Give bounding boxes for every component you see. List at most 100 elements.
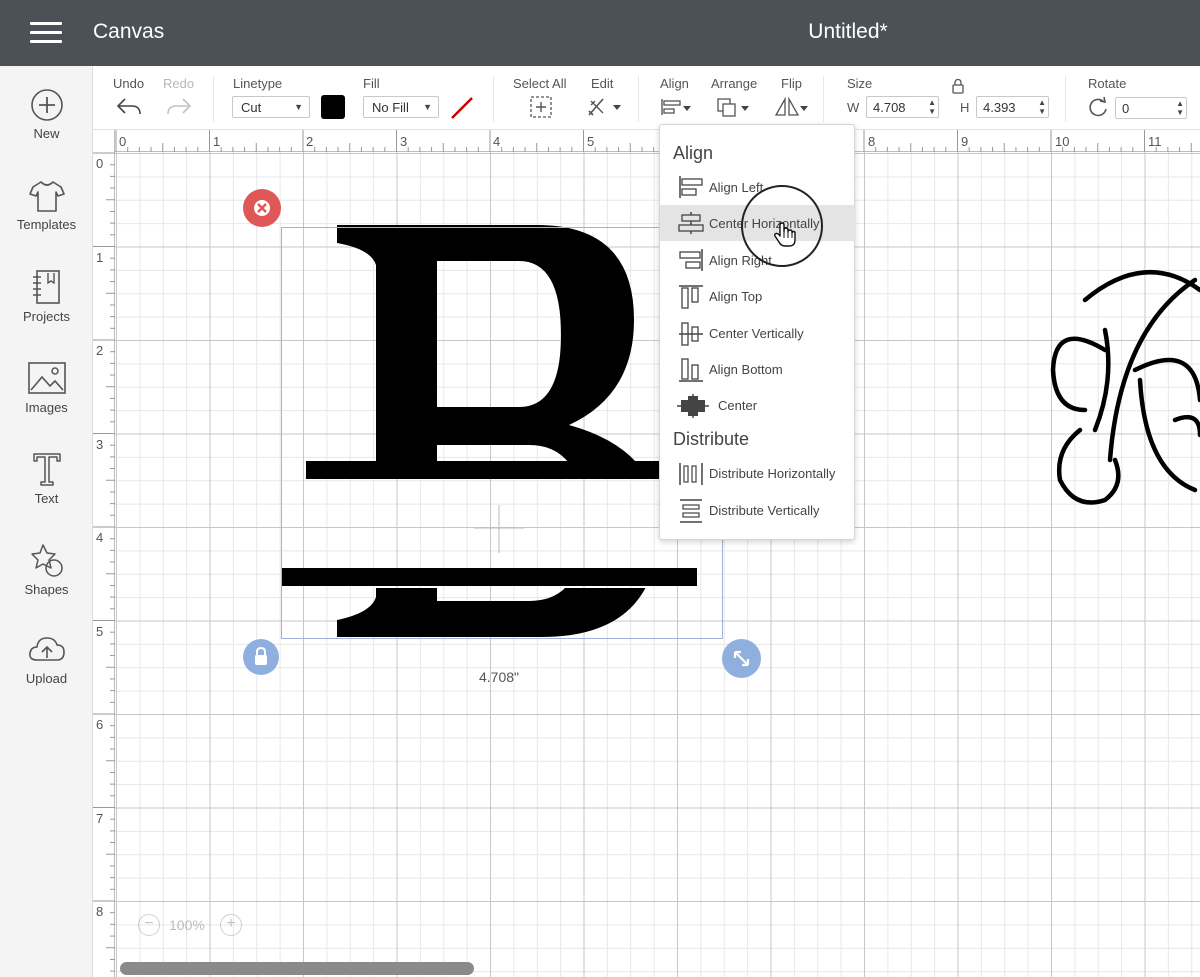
lock-icon[interactable] — [951, 78, 965, 94]
sidebar-item-templates[interactable]: Templates — [0, 179, 93, 259]
ruler-number: 1 — [213, 134, 221, 149]
zoom-out-button[interactable]: − — [138, 914, 160, 936]
menu-item-distribute-vertically[interactable]: Distribute Vertically — [660, 492, 856, 528]
align-left-icon — [679, 176, 703, 198]
align-label: Align — [660, 76, 689, 91]
edit-label: Edit — [591, 76, 614, 91]
width-readout: 4.708" — [479, 669, 520, 685]
text-t-icon — [32, 453, 61, 486]
menu-item-label: Distribute Vertically — [709, 503, 820, 518]
redo-icon[interactable] — [165, 96, 193, 118]
sidebar-item-projects[interactable]: Projects — [0, 269, 93, 349]
distribute-horizontally-icon — [679, 463, 703, 485]
align-section-header: Align — [673, 143, 714, 163]
flip-icon[interactable] — [773, 96, 811, 118]
notebook-icon — [32, 270, 60, 304]
script-monogram-graphic[interactable] — [1045, 260, 1200, 510]
menu-item-align-bottom[interactable]: Align Bottom — [660, 351, 856, 387]
flip-label: Flip — [781, 76, 802, 91]
ruler-number: 7 — [96, 811, 104, 826]
left-ruler: 0 1 2 3 4 5 6 7 8 — [93, 130, 115, 977]
linetype-color-swatch[interactable] — [321, 95, 345, 119]
spinner-arrows-icon[interactable]: ▲ ▼ — [1176, 99, 1184, 117]
selection-box — [281, 227, 723, 639]
sidebar-item-label: New — [33, 126, 60, 141]
tshirt-icon — [28, 181, 65, 212]
ruler-number: 0 — [96, 156, 104, 171]
ruler-number: 9 — [961, 134, 969, 149]
plus-circle-icon — [30, 89, 63, 121]
chevron-down-icon: ▼ — [423, 102, 432, 112]
sidebar-item-label: Images — [25, 400, 68, 415]
resize-arrows-icon — [733, 650, 750, 667]
document-title: Untitled* — [808, 20, 888, 43]
rotate-input[interactable]: 0 ▲ ▼ — [1115, 97, 1187, 119]
undo-label: Undo — [113, 76, 145, 91]
undo-icon[interactable] — [115, 96, 143, 118]
spinner-arrows-icon[interactable]: ▲ ▼ — [1038, 98, 1046, 116]
linetype-select[interactable]: Cut ▼ — [232, 96, 310, 118]
arrange-label: Arrange — [711, 76, 758, 91]
menu-item-align-top[interactable]: Align Top — [660, 278, 856, 314]
shapes-icon — [30, 544, 63, 577]
fill-value: No Fill — [372, 100, 409, 115]
image-icon — [27, 362, 66, 394]
center-vertically-icon — [679, 322, 703, 346]
ruler-number: 5 — [96, 624, 104, 639]
app-title: Canvas — [93, 20, 165, 43]
delete-handle[interactable] — [243, 189, 281, 227]
size-label: Size — [847, 76, 873, 91]
width-value: 4.708 — [873, 100, 906, 115]
width-input[interactable]: 4.708 ▲ ▼ — [866, 96, 939, 118]
linetype-value: Cut — [241, 100, 262, 115]
menu-item-center-vertically[interactable]: Center Vertically — [660, 315, 856, 351]
design-canvas[interactable]: 0 1 2 3 4 5 8 9 10 11 0 1 2 3 4 5 6 7 8 — [93, 130, 1200, 977]
sidebar-item-label: Shapes — [24, 582, 69, 597]
ruler-number: 4 — [96, 530, 104, 545]
menu-item-label: Center Vertically — [709, 326, 804, 341]
sidebar-item-upload[interactable]: Upload — [0, 633, 93, 713]
left-sidebar: New Templates Projects Images Text Shape… — [0, 66, 93, 977]
align-icon[interactable] — [659, 96, 695, 118]
ruler-number: 0 — [119, 134, 127, 149]
height-prefix: H — [960, 100, 970, 115]
arrange-icon[interactable] — [715, 96, 753, 118]
menu-item-center[interactable]: Center — [660, 387, 856, 423]
menu-item-label: Distribute Horizontally — [709, 466, 836, 481]
sidebar-item-shapes[interactable]: Shapes — [0, 542, 93, 622]
rotate-icon — [1089, 96, 1107, 117]
sidebar-item-new[interactable]: New — [0, 88, 93, 168]
distribute-vertically-icon — [680, 499, 702, 523]
fill-select[interactable]: No Fill ▼ — [363, 96, 439, 118]
ruler-number: 3 — [400, 134, 408, 149]
ruler-number: 8 — [868, 134, 876, 149]
select-all-label: Select All — [513, 76, 567, 91]
lock-proportions-handle[interactable] — [243, 639, 279, 675]
menu-item-label: Align Bottom — [709, 362, 783, 377]
height-value: 4.393 — [983, 100, 1016, 115]
rotate-label: Rotate — [1088, 76, 1127, 91]
spinner-arrows-icon[interactable]: ▲ ▼ — [928, 98, 936, 116]
hand-pointer-icon — [773, 222, 796, 247]
sidebar-item-label: Projects — [23, 309, 70, 324]
fill-color-swatch[interactable] — [449, 95, 475, 121]
select-all-icon[interactable] — [529, 95, 553, 119]
edit-tools-icon[interactable] — [585, 95, 623, 119]
sidebar-item-images[interactable]: Images — [0, 360, 93, 440]
close-icon — [254, 200, 270, 216]
cloud-upload-icon — [28, 637, 65, 661]
menu-item-label: Align Top — [709, 289, 763, 304]
ruler-number: 6 — [96, 717, 104, 732]
height-input[interactable]: 4.393 ▲ ▼ — [976, 96, 1049, 118]
chevron-down-icon: ▼ — [294, 102, 303, 112]
zoom-in-button[interactable]: + — [220, 914, 242, 936]
menu-item-label: Align Left — [709, 180, 764, 195]
ruler-number: 5 — [587, 134, 595, 149]
menu-item-label: Center — [718, 398, 758, 413]
linetype-label: Linetype — [233, 76, 283, 91]
hamburger-menu-icon[interactable] — [30, 22, 62, 44]
sidebar-item-text[interactable]: Text — [0, 451, 93, 531]
resize-handle[interactable] — [722, 639, 761, 678]
menu-item-distribute-horizontally[interactable]: Distribute Horizontally — [660, 455, 856, 491]
horizontal-scrollbar[interactable] — [120, 962, 474, 975]
